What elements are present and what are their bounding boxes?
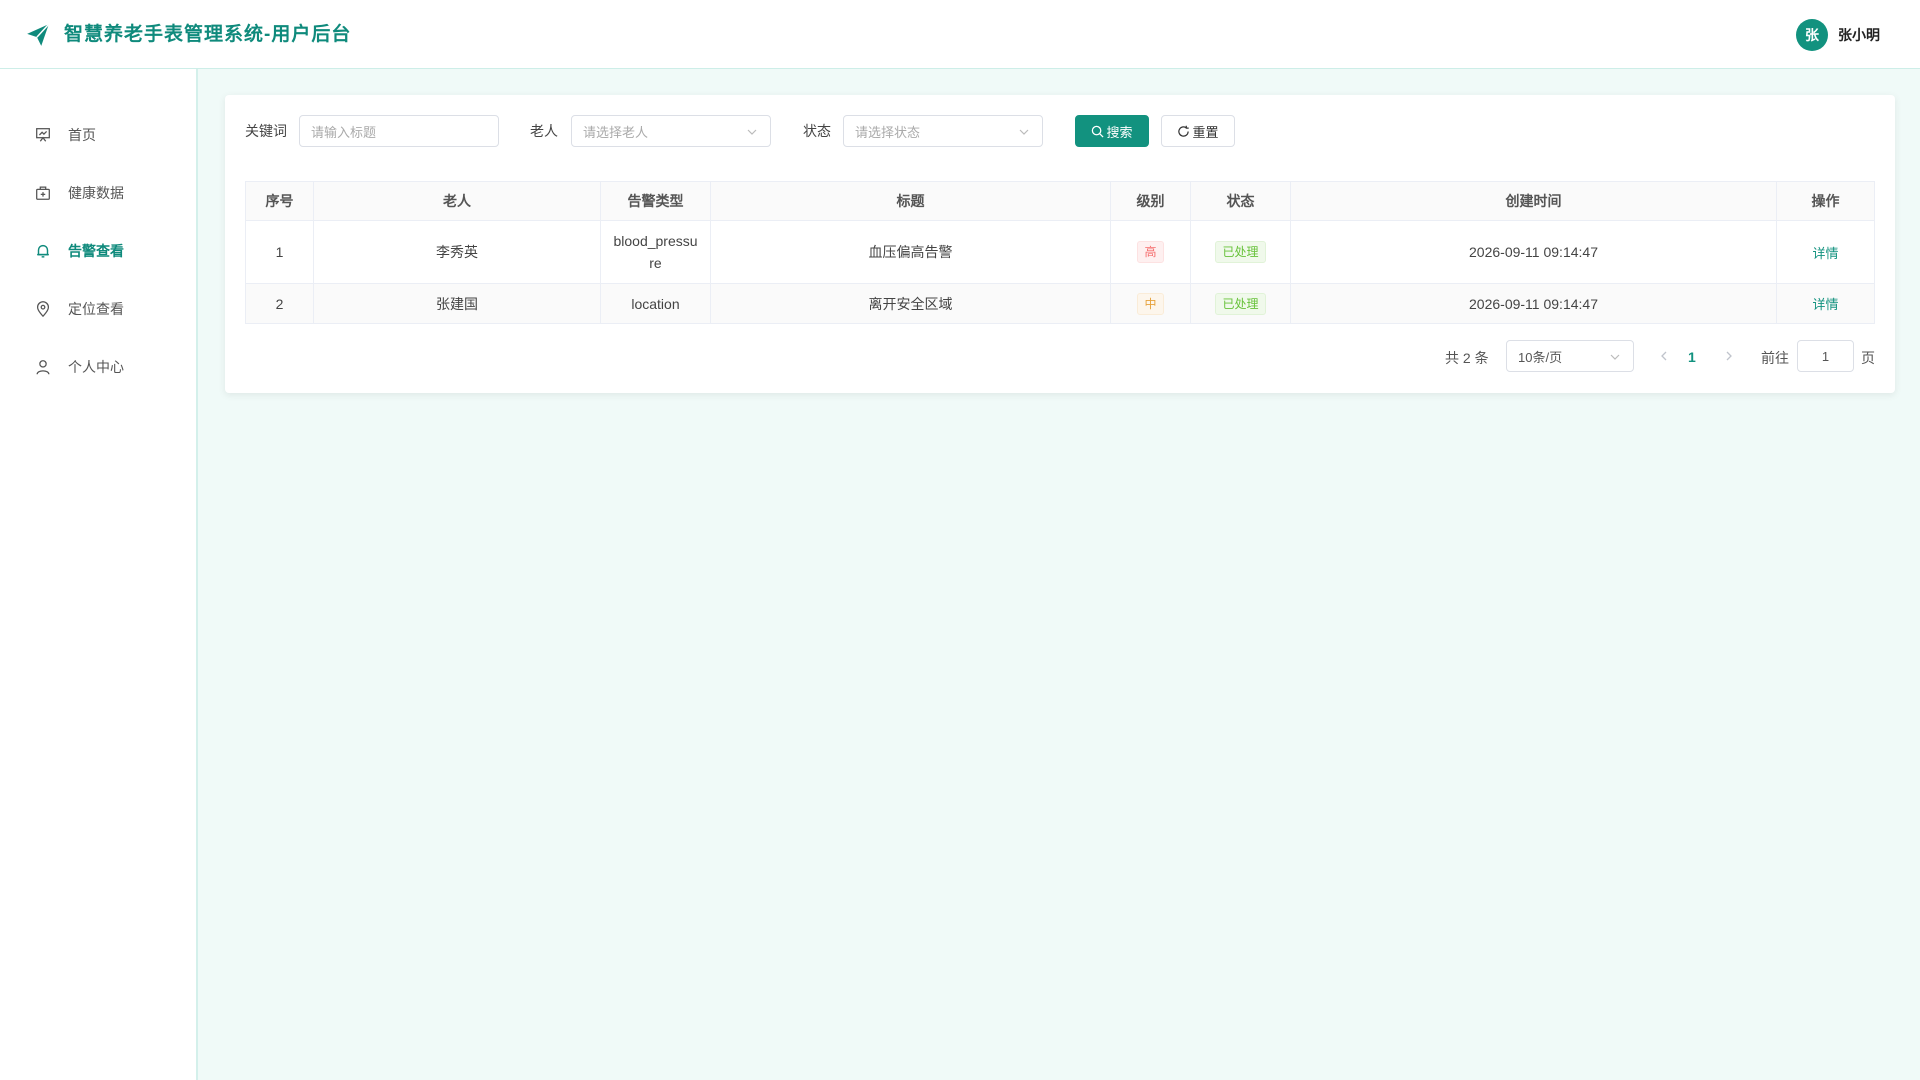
user-icon bbox=[36, 360, 50, 375]
cell-actions: 详情 bbox=[1776, 220, 1875, 284]
cell-index: 1 bbox=[245, 220, 314, 284]
level-badge: 高 bbox=[1137, 241, 1164, 263]
app-title: 智慧养老手表管理系统-用户后台 bbox=[64, 24, 352, 45]
search-icon bbox=[1092, 125, 1105, 138]
paper-plane-icon bbox=[27, 23, 50, 46]
status-placeholder: 请选择状态 bbox=[855, 124, 921, 140]
details-link[interactable]: 详情 bbox=[1812, 297, 1838, 312]
reset-button-label: 重置 bbox=[1192, 124, 1219, 140]
alerts-card: 关键词 请输入标题 老人 请选择老人 状态 请选择状态 搜索 重置 序号 老人 … bbox=[225, 95, 1895, 393]
sidebar-item-label: 首页 bbox=[68, 127, 96, 143]
keyword-placeholder: 请输入标题 bbox=[311, 124, 377, 140]
cell-elder: 李秀英 bbox=[313, 220, 601, 284]
column-header-alert-type: 告警类型 bbox=[600, 181, 711, 221]
column-header-title: 标题 bbox=[710, 181, 1111, 221]
status-badge: 已处理 bbox=[1215, 292, 1266, 315]
sidebar-item-health-data[interactable]: 健康数据 bbox=[0, 173, 196, 213]
chevron-down-icon bbox=[1610, 354, 1620, 360]
pagination-current-page[interactable]: 1 bbox=[1688, 347, 1696, 367]
cell-alert-type: blood_pressure bbox=[600, 220, 711, 284]
cell-status: 已处理 bbox=[1190, 220, 1291, 284]
sidebar-item-label: 个人中心 bbox=[68, 359, 124, 375]
pagination-total: 共 2 条 bbox=[1445, 350, 1489, 366]
cell-elder: 张建国 bbox=[313, 283, 601, 324]
keyword-input[interactable]: 请输入标题 bbox=[299, 115, 499, 147]
column-header-actions: 操作 bbox=[1776, 181, 1875, 221]
top-header: 智慧养老手表管理系统-用户后台 张 张小明 bbox=[0, 0, 1920, 69]
reset-button[interactable]: 重置 bbox=[1161, 115, 1235, 147]
column-header-elder: 老人 bbox=[313, 181, 601, 221]
status-select[interactable]: 请选择状态 bbox=[843, 115, 1043, 147]
pagination-goto-label: 前往 bbox=[1761, 350, 1789, 366]
pagination-goto-value: 1 bbox=[1821, 348, 1830, 364]
bell-icon bbox=[37, 244, 49, 258]
dashboard-icon bbox=[36, 128, 50, 142]
column-header-level: 级别 bbox=[1110, 181, 1191, 221]
elder-label: 老人 bbox=[530, 123, 558, 139]
table-header-row: 序号 老人 告警类型 标题 级别 状态 创建时间 操作 bbox=[245, 181, 1875, 221]
sidebar-item-home[interactable]: 首页 bbox=[0, 115, 196, 155]
cell-level: 中 bbox=[1110, 283, 1191, 324]
chevron-down-icon bbox=[747, 129, 757, 135]
sidebar-item-location[interactable]: 定位查看 bbox=[0, 289, 196, 329]
column-header-status: 状态 bbox=[1190, 181, 1291, 221]
search-button[interactable]: 搜索 bbox=[1075, 115, 1149, 147]
cell-title: 离开安全区域 bbox=[710, 283, 1111, 324]
table-row: 2 张建国 location 离开安全区域 中 已处理 2026-09-11 0… bbox=[245, 283, 1875, 324]
cell-level: 高 bbox=[1110, 220, 1191, 284]
pagination-page-suffix: 页 bbox=[1861, 350, 1875, 366]
level-badge: 中 bbox=[1137, 292, 1164, 315]
username[interactable]: 张小明 bbox=[1838, 25, 1880, 45]
page-size-value: 10条/页 bbox=[1518, 349, 1563, 365]
alerts-table: 序号 老人 告警类型 标题 级别 状态 创建时间 操作 1 李秀英 blood_… bbox=[245, 181, 1875, 324]
medical-kit-icon bbox=[36, 186, 50, 200]
cell-created-time: 2026-09-11 09:14:47 bbox=[1290, 283, 1777, 324]
sidebar: 首页 健康数据 告警查看 定位查看 个人中心 bbox=[0, 69, 198, 1080]
location-pin-icon bbox=[36, 301, 50, 318]
alert-type-text: location bbox=[631, 295, 680, 312]
chevron-down-icon bbox=[1019, 129, 1029, 135]
sidebar-item-profile[interactable]: 个人中心 bbox=[0, 347, 196, 387]
cell-index: 2 bbox=[245, 283, 314, 324]
cell-title: 血压偏高告警 bbox=[710, 220, 1111, 284]
search-button-label: 搜索 bbox=[1106, 124, 1133, 140]
sidebar-item-label: 告警查看 bbox=[68, 243, 124, 259]
chevron-left-icon[interactable] bbox=[1657, 348, 1671, 364]
chevron-right-icon[interactable] bbox=[1722, 348, 1736, 364]
sidebar-item-label: 健康数据 bbox=[68, 185, 124, 201]
page-size-select[interactable]: 10条/页 bbox=[1506, 340, 1634, 372]
status-label: 状态 bbox=[803, 123, 831, 139]
table-row: 1 李秀英 blood_pressure 血压偏高告警 高 已处理 2026-0… bbox=[245, 220, 1875, 284]
status-badge: 已处理 bbox=[1215, 241, 1266, 263]
cell-created-time: 2026-09-11 09:14:47 bbox=[1290, 220, 1777, 284]
elder-placeholder: 请选择老人 bbox=[583, 124, 649, 140]
cell-actions: 详情 bbox=[1776, 283, 1875, 324]
column-header-index: 序号 bbox=[245, 181, 314, 221]
sidebar-item-alerts[interactable]: 告警查看 bbox=[0, 231, 196, 271]
keyword-label: 关键词 bbox=[245, 123, 287, 139]
cell-status: 已处理 bbox=[1190, 283, 1291, 324]
avatar[interactable]: 张 bbox=[1796, 19, 1828, 51]
elder-select[interactable]: 请选择老人 bbox=[571, 115, 771, 147]
sidebar-item-label: 定位查看 bbox=[68, 301, 124, 317]
pagination-goto-input[interactable]: 1 bbox=[1797, 340, 1854, 372]
column-header-created-time: 创建时间 bbox=[1290, 181, 1777, 221]
alert-type-text: blood_pressure bbox=[613, 233, 698, 271]
details-link[interactable]: 详情 bbox=[1812, 246, 1838, 261]
refresh-icon bbox=[1178, 125, 1190, 137]
cell-alert-type: location bbox=[600, 283, 711, 324]
